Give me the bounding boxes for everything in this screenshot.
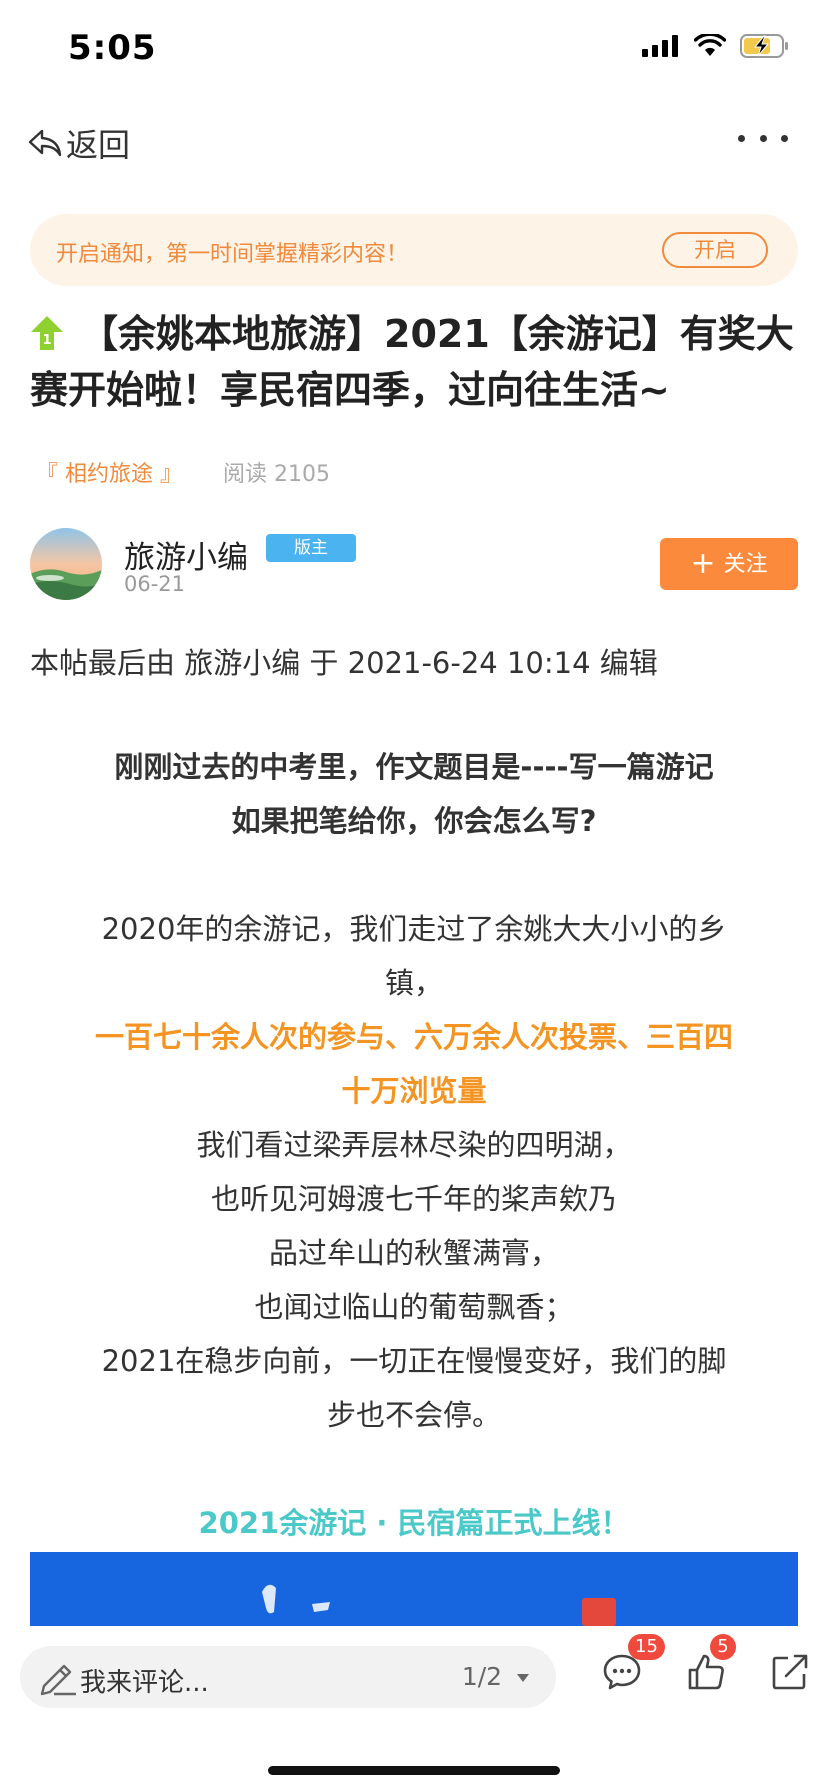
navbar: 返回 — [0, 100, 828, 180]
author-name[interactable]: 旅游小编 — [124, 532, 248, 577]
content-line: 镇， — [384, 966, 443, 1000]
plus-icon: + — [690, 546, 716, 581]
battery-charging-icon — [740, 34, 788, 58]
page-indicator: 1/2 — [461, 1662, 503, 1691]
forum-link[interactable]: 『 相约旅途 』 — [36, 462, 182, 487]
status-bar: 5:05 — [0, 0, 828, 100]
content-line: 品过牟山的秋蟹满膏， — [268, 1236, 559, 1270]
page-selector[interactable]: 1/2 — [462, 1662, 530, 1691]
read-count: 阅读 2105 — [223, 462, 330, 487]
content-line: 步也不会停。 — [326, 1398, 501, 1432]
content-line: 如果把笔给你，你会怎么写? — [231, 804, 597, 838]
status-icons — [642, 34, 790, 58]
comment-count-badge: 15 — [628, 1634, 665, 1660]
follow-button[interactable]: + 关注 — [660, 538, 798, 590]
notification-text: 开启通知，第一时间掌握精彩内容！ — [56, 242, 409, 267]
content-line: 我们看过梁弄层林尽染的四明湖， — [196, 1128, 632, 1162]
post-meta: 『 相约旅途 』 阅读 2105 — [36, 456, 330, 488]
back-button[interactable]: 返回 — [28, 120, 130, 166]
pen-icon — [40, 1664, 76, 1696]
content-highlight-line: 一百七十余人次的参与、六万余人次投票、三百四 — [94, 1020, 733, 1054]
top-rank-number: 1 — [42, 333, 51, 348]
edit-note: 本帖最后由 旅游小编 于 2021-6-24 10:14 编辑 — [30, 646, 658, 680]
content-heading: 2021余游记 · 民宿篇正式上线！ — [198, 1506, 630, 1540]
home-indicator — [268, 1766, 560, 1775]
dropdown-caret-icon — [517, 1674, 529, 1682]
cellular-signal-icon — [642, 35, 678, 57]
like-button[interactable]: 5 — [686, 1634, 736, 1696]
top-rank-icon: 1 — [31, 316, 63, 350]
status-time: 5:05 — [68, 28, 157, 68]
post-title-block: 1 【余姚本地旅游】2021【余游记】有奖大赛开始啦！享民宿四季，过向往生活~ — [30, 306, 800, 418]
content-line: 刚刚过去的中考里，作文题目是----写一篇游记 — [114, 750, 714, 784]
comments-button[interactable]: 15 — [602, 1634, 665, 1696]
enable-notification-button[interactable]: 开启 — [662, 232, 768, 268]
content-line: 2020年的余游记，我们走过了余姚大大小小的乡 — [101, 912, 727, 946]
wifi-icon — [694, 34, 726, 56]
back-label: 返回 — [66, 126, 131, 164]
more-dots-icon[interactable] — [738, 118, 788, 158]
follow-label: 关注 — [723, 552, 768, 577]
avatar[interactable] — [30, 528, 102, 600]
post-image[interactable] — [30, 1552, 798, 1626]
content-line: 也听见河姆渡七千年的桨声欸乃 — [210, 1182, 617, 1216]
comment-input[interactable]: 我来评论... 1/2 — [20, 1646, 556, 1708]
share-icon — [772, 1654, 808, 1690]
post-date: 06-21 — [124, 572, 186, 596]
like-count-badge: 5 — [710, 1634, 736, 1660]
content-line: 2021在稳步向前，一切正在慢慢变好，我们的脚 — [101, 1344, 727, 1378]
moderator-badge: 版主 — [266, 534, 356, 562]
back-arrow-icon — [28, 129, 62, 157]
content-highlight-line: 十万浏览量 — [341, 1074, 487, 1108]
post-content: 刚刚过去的中考里，作文题目是----写一篇游记 如果把笔给你，你会怎么写? 20… — [30, 740, 798, 1550]
notification-banner: 开启通知，第一时间掌握精彩内容！ 开启 — [30, 214, 798, 286]
share-button[interactable] — [770, 1652, 810, 1696]
author-row: 旅游小编 版主 06-21 + 关注 — [30, 528, 800, 604]
content-line: 也闻过临山的葡萄飘香； — [254, 1290, 574, 1324]
post-title: 【余姚本地旅游】2021【余游记】有奖大赛开始啦！享民宿四季，过向往生活~ — [30, 312, 794, 412]
comment-placeholder: 我来评论... — [80, 1668, 209, 1698]
